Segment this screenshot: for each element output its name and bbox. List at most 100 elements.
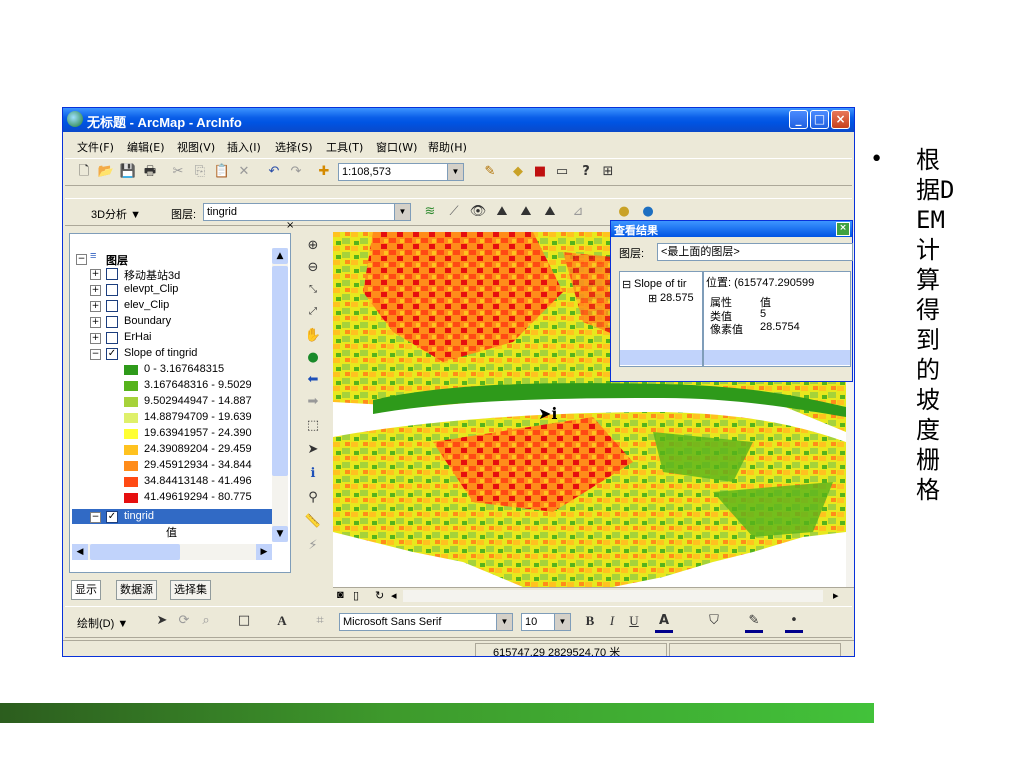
italic-button[interactable]: I (603, 612, 621, 630)
open-folder-icon[interactable]: 📂 (97, 163, 115, 181)
expand-toggle[interactable]: + (90, 285, 101, 296)
forward-arrow-icon[interactable]: ➡ (304, 393, 322, 411)
editor-toolbar-icon[interactable]: ✎ (481, 163, 499, 181)
marker-color-icon[interactable]: • (785, 612, 803, 633)
text-icon[interactable]: A (273, 612, 291, 630)
edit-vertices-icon[interactable]: ⌗ (311, 612, 329, 630)
data-view-icon[interactable]: ◙ (337, 589, 344, 601)
menu-tools[interactable]: 工具(T) (326, 139, 363, 155)
collapse-toggle[interactable]: − (90, 512, 101, 523)
select-elements-icon[interactable]: ➤ (153, 612, 171, 630)
font-size-combo[interactable]: 10 ▼ (521, 613, 571, 631)
tab-selection[interactable]: 选择集 (170, 580, 211, 600)
pan-hand-icon[interactable]: ✋ (304, 327, 322, 345)
rotate-icon[interactable]: ⟳ (175, 612, 193, 630)
arctoolbox-icon[interactable]: ■ (531, 163, 549, 181)
expand-toggle[interactable]: + (90, 301, 101, 312)
chevron-left-icon[interactable]: ◀ (72, 544, 88, 560)
analyst-dropdown[interactable]: 3D分析 ▼ (91, 206, 141, 222)
layer-item[interactable]: Boundary (124, 315, 171, 327)
menu-file[interactable]: 文件(F) (77, 139, 114, 155)
back-arrow-icon[interactable]: ⬅ (304, 371, 322, 389)
font-combo[interactable]: Microsoft Sans Serif ▼ (339, 613, 513, 631)
new-document-icon[interactable]: 🗋 (75, 163, 93, 181)
toc-root-label[interactable]: 图层 (106, 252, 128, 268)
identify-tree-child[interactable]: 28.575 (660, 292, 694, 304)
chevron-down-icon[interactable]: ▼ (394, 204, 410, 220)
select-elements-icon[interactable]: ➤ (304, 441, 322, 459)
chevron-down-icon[interactable]: ▼ (496, 614, 512, 630)
layout-view-icon[interactable]: ▯ (353, 589, 359, 602)
draw-menu[interactable]: 绘制(D) ▼ (77, 615, 128, 631)
layer-item[interactable]: Slope of tingrid (124, 347, 197, 359)
arccatalog-icon[interactable]: ◆ (509, 163, 527, 181)
bold-button[interactable]: B (581, 612, 599, 630)
attributes-horizontal-scrollbar[interactable] (704, 350, 850, 365)
identify-title-bar[interactable]: 查看结果 × (611, 221, 852, 237)
map-horizontal-scrollbar[interactable] (403, 590, 823, 602)
line-of-sight-icon[interactable]: 👁 (469, 203, 487, 221)
collapse-toggle[interactable]: ⊟ (622, 278, 631, 291)
toc-horizontal-scrollbar[interactable]: ◀ ▶ (72, 544, 272, 560)
whats-this-icon[interactable]: ? (577, 163, 595, 181)
interpolate-point-icon[interactable]: ⛰ (493, 203, 511, 221)
measure-icon[interactable]: 📏 (304, 513, 322, 531)
interpolate-line-icon[interactable]: ⛰ (517, 203, 535, 221)
command-line-icon[interactable]: ▭ (553, 163, 571, 181)
menu-view[interactable]: 视图(V) (177, 139, 215, 155)
layer-checkbox[interactable] (106, 300, 118, 312)
fill-color-icon[interactable]: ⛉ (705, 612, 723, 630)
collapse-toggle[interactable]: − (90, 349, 101, 360)
undo-icon[interactable]: ↶ (265, 163, 283, 181)
selected-layer-highlight[interactable] (72, 509, 272, 524)
steepest-path-icon[interactable]: ⟋ (445, 203, 463, 221)
menu-edit[interactable]: 编辑(E) (127, 139, 165, 155)
menu-insert[interactable]: 插入(I) (227, 139, 261, 155)
select-features-icon[interactable]: ⬚ (304, 417, 322, 435)
layer-item[interactable]: elev_Clip (124, 299, 169, 311)
refresh-icon[interactable]: ↻ (375, 589, 384, 602)
copy-icon[interactable]: ⎘ (191, 163, 209, 181)
close-icon[interactable]: × (836, 222, 850, 236)
underline-button[interactable]: U (625, 612, 643, 630)
zoom-out-icon[interactable]: ⊖ (304, 259, 322, 277)
close-button[interactable]: × (831, 110, 850, 129)
identify-icon[interactable]: ℹ (304, 465, 322, 483)
layer-checkbox[interactable] (106, 332, 118, 344)
find-binoculars-icon[interactable]: ⚲ (304, 489, 322, 507)
expand-toggle[interactable]: ⊞ (648, 292, 657, 305)
layer-item-selected[interactable]: tingrid (124, 510, 154, 522)
layer-checkbox-checked[interactable]: ✓ (106, 348, 118, 360)
layer-checkbox[interactable] (106, 284, 118, 296)
toc-vertical-scrollbar[interactable]: ▲ ▼ (272, 248, 288, 542)
minimize-button[interactable]: _ (789, 110, 808, 129)
zoom-whole-page-icon[interactable]: ⌕ (197, 612, 215, 630)
identify-tree-root[interactable]: Slope of tir (634, 278, 687, 290)
expand-toggle[interactable]: + (90, 317, 101, 328)
zoom-in-icon[interactable]: ⊕ (304, 237, 322, 255)
layer-checkbox[interactable] (106, 316, 118, 328)
line-color-icon[interactable]: ✎ (745, 612, 763, 633)
arcglobe-icon[interactable]: ● (639, 203, 657, 221)
tree-horizontal-scrollbar[interactable] (620, 350, 702, 365)
close-icon[interactable]: × (286, 220, 294, 231)
analyst-layer-combo[interactable]: tingrid ▼ (203, 203, 411, 221)
scroll-thumb[interactable] (90, 544, 180, 560)
chevron-up-icon[interactable]: ▲ (272, 248, 288, 264)
identify-layer-combo[interactable]: <最上面的图层> (657, 243, 853, 261)
cut-icon[interactable]: ✂ (169, 163, 187, 181)
full-extent-globe-icon[interactable]: ● (304, 349, 322, 367)
tab-source[interactable]: 数据源 (116, 580, 157, 600)
print-icon[interactable]: 🖶 (141, 163, 159, 181)
menu-select[interactable]: 选择(S) (275, 139, 313, 155)
layer-item[interactable]: 移动基站3d (124, 267, 180, 283)
zoom-plus-icon[interactable]: ⊞ (599, 163, 617, 181)
title-bar[interactable]: 无标题 - ArcMap - ArcInfo _ □ × (63, 108, 854, 132)
layer-item[interactable]: elevpt_Clip (124, 283, 178, 295)
paste-icon[interactable]: 📋 (213, 163, 231, 181)
expand-toggle[interactable]: + (90, 269, 101, 280)
chevron-right-icon[interactable]: ▶ (256, 544, 272, 560)
delete-icon[interactable]: ✕ (235, 163, 253, 181)
chevron-right-icon[interactable]: ▸ (833, 589, 839, 602)
map-scale-combo[interactable]: 1:108,573 ▼ (338, 163, 464, 181)
